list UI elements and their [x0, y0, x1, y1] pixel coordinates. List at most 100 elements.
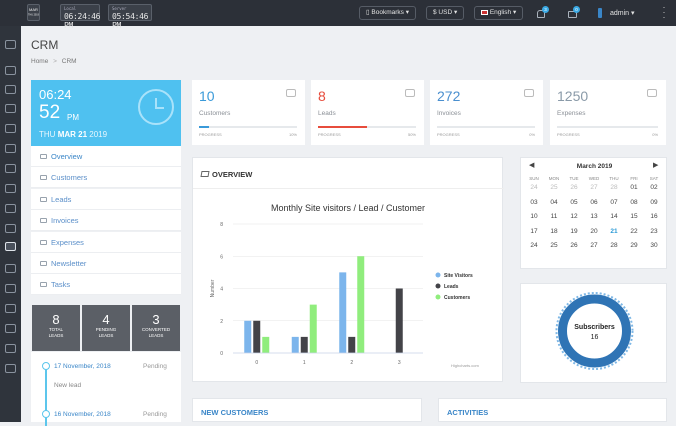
- bar-leads: [300, 336, 308, 353]
- bar-site-visitors: [339, 272, 347, 353]
- y-tick-label: 2: [220, 319, 223, 325]
- calendar-day[interactable]: 17: [525, 228, 543, 235]
- more-menu-icon[interactable]: · · ·: [661, 3, 667, 22]
- clock-ampm: PM: [67, 113, 79, 122]
- y-tick-label: 4: [220, 287, 223, 293]
- bookmarks-button[interactable]: ▯ Bookmarks ▾: [359, 6, 416, 20]
- calendar-day[interactable]: 16: [645, 213, 663, 220]
- language-button[interactable]: English ▾: [474, 6, 524, 20]
- gear-icon[interactable]: [5, 184, 16, 193]
- calendar-day[interactable]: 24: [525, 184, 543, 191]
- overview-title: OVERVIEW: [212, 170, 253, 179]
- calendar-day[interactable]: 07: [605, 199, 623, 206]
- bar-customers: [309, 304, 317, 353]
- calendar-day[interactable]: 08: [625, 199, 643, 206]
- timeline-date: 16 November, 2018: [54, 411, 111, 418]
- invoice-icon: [524, 89, 534, 97]
- settings-icon[interactable]: [5, 264, 16, 273]
- menu-customers[interactable]: Customers: [31, 167, 181, 188]
- calendar-day[interactable]: 28: [605, 242, 623, 249]
- search-icon[interactable]: [5, 40, 16, 49]
- message-badge: 0: [573, 6, 580, 13]
- tools-icon[interactable]: [5, 364, 16, 373]
- calendar-day[interactable]: 15: [625, 213, 643, 220]
- calendar-day[interactable]: 10: [525, 213, 543, 220]
- calendar-day[interactable]: 27: [585, 242, 603, 249]
- calendar-day[interactable]: 02: [645, 184, 663, 191]
- x-tick-label: 3: [398, 360, 401, 366]
- table-icon[interactable]: [5, 124, 16, 133]
- eye-icon: [40, 154, 47, 159]
- calendar-day[interactable]: 28: [605, 184, 623, 191]
- currency-button[interactable]: $ USD ▾: [426, 6, 465, 20]
- stat-customers[interactable]: 10 Customers PROGRESS 10%: [192, 80, 305, 145]
- y-tick-label: 0: [220, 351, 223, 357]
- user-icon[interactable]: [5, 284, 16, 293]
- calendar-day[interactable]: 19: [565, 228, 583, 235]
- calendar-day[interactable]: 18: [545, 228, 563, 235]
- calendar-day[interactable]: 26: [565, 242, 583, 249]
- menu-tasks[interactable]: Tasks: [31, 274, 181, 295]
- menu-expenses[interactable]: Expenses: [31, 232, 181, 253]
- calendar-day[interactable]: 27: [585, 184, 603, 191]
- calendar-day[interactable]: 30: [645, 242, 663, 249]
- calendar-day[interactable]: 01: [625, 184, 643, 191]
- weekday-label: WED: [588, 176, 600, 181]
- stat-invoices[interactable]: 272 Invoices PROGRESS 0%: [430, 80, 543, 145]
- menu-leads[interactable]: Leads: [31, 189, 181, 210]
- menu-newsletter[interactable]: Newsletter: [31, 253, 181, 274]
- tasks-icon: [40, 282, 47, 287]
- users-icon: [40, 175, 47, 180]
- activities-title: ACTIVITIES: [447, 408, 489, 417]
- calendar-day[interactable]: 24: [525, 242, 543, 249]
- leads-icon: [40, 197, 47, 202]
- user-avatar[interactable]: [598, 8, 602, 18]
- calendar-title: March 2019: [576, 163, 613, 170]
- calendar-day[interactable]: 06: [585, 199, 603, 206]
- cal-next-button[interactable]: ▶: [653, 161, 658, 169]
- home-icon[interactable]: [5, 66, 16, 75]
- calendar-day[interactable]: 29: [625, 242, 643, 249]
- calendar-day[interactable]: 09: [645, 199, 663, 206]
- calendar-day[interactable]: 26: [565, 184, 583, 191]
- calendar-day[interactable]: 04: [545, 199, 563, 206]
- stat-expenses[interactable]: 1250 Expenses PROGRESS 0%: [550, 80, 666, 145]
- breadcrumb-home[interactable]: Home: [31, 58, 48, 65]
- chart-icon[interactable]: [5, 204, 16, 213]
- calendar-day[interactable]: 03: [525, 199, 543, 206]
- calendar-day[interactable]: 05: [565, 199, 583, 206]
- mail-icon[interactable]: [5, 144, 16, 153]
- music-icon[interactable]: [5, 324, 16, 333]
- heart-icon[interactable]: [5, 104, 16, 113]
- calendar-day[interactable]: 22: [625, 228, 643, 235]
- lock-icon[interactable]: [5, 304, 16, 313]
- calendar-day[interactable]: 11: [545, 213, 563, 220]
- progress-fill: [199, 126, 209, 128]
- top-bar: MAR THU 2019 Local 06:24:46 PM Server 05…: [0, 0, 676, 30]
- calendar-day[interactable]: 21: [605, 228, 623, 235]
- calendar-day[interactable]: 25: [545, 184, 563, 191]
- donut-ring-outer: [558, 294, 631, 368]
- clock-date: THU MAR 21 2019: [39, 130, 108, 139]
- new-customers-title: NEW CUSTOMERS: [201, 408, 269, 417]
- file-icon[interactable]: [5, 344, 16, 353]
- calendar-day[interactable]: 25: [545, 242, 563, 249]
- star-icon[interactable]: [5, 224, 16, 233]
- crm-icon[interactable]: [5, 242, 16, 251]
- timeline-note: New lead: [54, 382, 82, 389]
- calendar-icon[interactable]: [5, 164, 16, 173]
- y-tick-label: 6: [220, 254, 223, 260]
- menu-overview[interactable]: Overview: [31, 146, 181, 167]
- dashboard-icon[interactable]: [5, 85, 16, 94]
- subscribers-label: Subscribers: [574, 324, 615, 331]
- chart-title: Monthly Site visitors / Lead / Customer: [271, 203, 425, 213]
- calendar-day[interactable]: 20: [585, 228, 603, 235]
- calendar-day[interactable]: 23: [645, 228, 663, 235]
- calendar-day[interactable]: 12: [565, 213, 583, 220]
- stat-leads[interactable]: 8 Leads PROGRESS 50%: [311, 80, 424, 145]
- menu-invoices[interactable]: Invoices: [31, 210, 181, 231]
- calendar-day[interactable]: 13: [585, 213, 603, 220]
- calendar-day[interactable]: 14: [605, 213, 623, 220]
- user-menu[interactable]: admin ▾: [610, 9, 635, 17]
- weekday-label: FRI: [630, 176, 638, 181]
